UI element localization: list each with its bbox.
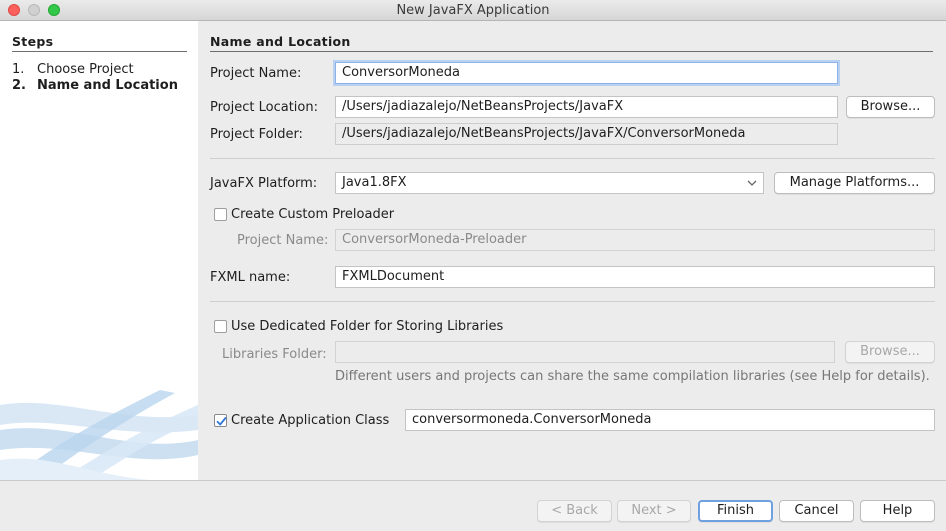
chevron-down-icon	[747, 180, 757, 186]
application-class-input[interactable]: conversormoneda.ConversorMoneda	[405, 409, 935, 431]
checkmark-icon	[216, 417, 227, 426]
back-button: < Back	[537, 500, 612, 522]
step-name-and-location: 2. Name and Location	[12, 78, 178, 93]
javafx-platform-label: JavaFX Platform:	[210, 176, 318, 191]
project-location-input[interactable]: /Users/jadiazalejo/NetBeansProjects/Java…	[335, 96, 838, 118]
dedicated-libraries-folder-label[interactable]: Use Dedicated Folder for Storing Librari…	[231, 319, 503, 334]
browse-libraries-button: Browse...	[845, 341, 935, 363]
create-application-class-label[interactable]: Create Application Class	[231, 413, 389, 428]
step-number: 2.	[12, 78, 26, 93]
preloader-project-name-input: ConversorMoneda-Preloader	[335, 229, 935, 251]
separator	[210, 158, 935, 159]
cancel-button[interactable]: Cancel	[779, 500, 854, 522]
wizard-footer: < Back Next > Finish Cancel Help	[0, 480, 946, 531]
libraries-folder-label: Libraries Folder:	[222, 347, 327, 362]
separator	[210, 301, 935, 302]
steps-sidebar: Steps 1. Choose Project 2. Name and Locati…	[0, 21, 198, 480]
wizard-content: Name and Location Project Name: Converso…	[198, 21, 946, 480]
project-folder-label: Project Folder:	[210, 127, 303, 142]
libraries-hint-text: Different users and projects can share t…	[335, 369, 930, 384]
step-number: 1.	[12, 62, 25, 77]
create-custom-preloader-checkbox[interactable]	[214, 208, 227, 221]
libraries-folder-input	[335, 341, 835, 363]
next-button: Next >	[617, 500, 691, 522]
fxml-name-input[interactable]: FXMLDocument	[335, 266, 935, 288]
create-application-class-checkbox[interactable]	[214, 414, 227, 427]
project-folder-field: /Users/jadiazalejo/NetBeansProjects/Java…	[335, 123, 838, 145]
title-bar: New JavaFX Application	[0, 0, 946, 21]
preloader-project-name-label: Project Name:	[237, 233, 329, 248]
browse-location-button[interactable]: Browse...	[846, 96, 935, 118]
window-title: New JavaFX Application	[396, 3, 550, 18]
fxml-name-label: FXML name:	[210, 270, 291, 285]
finish-button[interactable]: Finish	[698, 500, 773, 522]
dedicated-libraries-folder-checkbox[interactable]	[214, 320, 227, 333]
javafx-platform-select[interactable]: Java1.8FX	[335, 172, 764, 194]
javafx-platform-value: Java1.8FX	[342, 175, 407, 190]
section-title: Name and Location	[210, 34, 933, 52]
project-name-input[interactable]: ConversorMoneda	[335, 62, 838, 84]
step-choose-project: 1. Choose Project	[12, 62, 134, 77]
create-custom-preloader-label[interactable]: Create Custom Preloader	[231, 207, 394, 222]
project-location-label: Project Location:	[210, 100, 318, 115]
steps-title: Steps	[12, 34, 187, 52]
manage-platforms-button[interactable]: Manage Platforms...	[774, 172, 935, 194]
decorative-swoosh-image	[0, 390, 198, 480]
help-button[interactable]: Help	[860, 500, 935, 522]
step-label: Name and Location	[37, 78, 178, 93]
step-label: Choose Project	[37, 62, 134, 77]
project-name-label: Project Name:	[210, 66, 302, 81]
